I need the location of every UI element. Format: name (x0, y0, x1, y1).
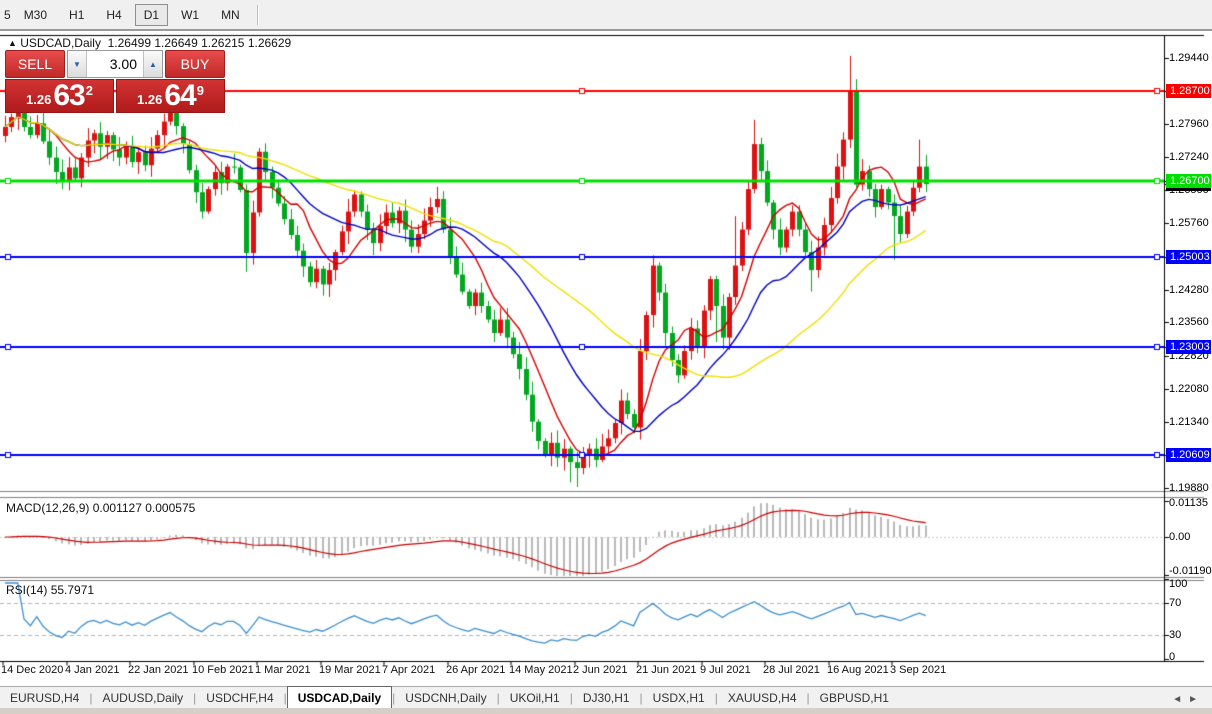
price-axis-tick: 1.27960 (1169, 118, 1211, 131)
buy-price-box[interactable]: 1.26 64 9 (116, 79, 225, 113)
date-axis-label: 10 Feb 2021 (192, 664, 254, 676)
timeframe-button-mn[interactable]: MN (212, 4, 249, 26)
buy-button[interactable]: BUY (165, 50, 225, 78)
sell-price-sup: 2 (86, 83, 93, 98)
toolbar-separator (257, 5, 259, 25)
date-axis-label: 7 Apr 2021 (382, 664, 435, 676)
ohlc-low: 1.26215 (201, 36, 244, 50)
date-axis-label: 2 Jun 2021 (573, 664, 627, 676)
date-axis-label: 14 May 2021 (509, 664, 573, 676)
sell-price-prefix: 1.26 (26, 90, 51, 110)
timeframe-button-m30[interactable]: M30 (15, 4, 56, 26)
price-axis-tick: 1.25760 (1169, 217, 1211, 230)
volume-decrease-icon[interactable]: ▼ (68, 51, 87, 77)
symbol-tab-usdchf[interactable]: USDCHF,H4 (196, 688, 283, 709)
price-axis-tick: 1.22080 (1169, 383, 1211, 396)
date-axis-label: 3 Sep 2021 (890, 664, 946, 676)
price-level-tag: 1.25003 (1166, 250, 1211, 264)
macd-axis-label: -0.011904 (1169, 565, 1212, 578)
rsi-axis-label: 0 (1169, 651, 1175, 664)
timeframe-toolbar: 5 M30H1H4D1W1MN (0, 0, 1212, 31)
sell-price-box[interactable]: 1.26 63 2 (5, 79, 114, 113)
symbol-tab-bar: EURUSD,H4|AUDUSD,Daily|USDCHF,H4|USDCAD,… (0, 686, 1212, 709)
buy-price-big: 64 (164, 82, 195, 110)
date-axis-label: 4 Jan 2021 (65, 664, 119, 676)
symbol-tab-eurusd[interactable]: EURUSD,H4 (0, 688, 89, 709)
timeframe-button-w1[interactable]: W1 (172, 4, 208, 26)
sell-price-big: 63 (53, 82, 84, 110)
date-axis-label: 16 Aug 2021 (827, 664, 889, 676)
sell-button[interactable]: SELL (5, 50, 65, 78)
macd-indicator-label: MACD(12,26,9) 0.001127 0.000575 (6, 501, 195, 515)
tab-scroll-arrows[interactable]: ◄► (1172, 694, 1212, 709)
chart-symbol-label: USDCAD,Daily (20, 36, 101, 50)
timeframe-button-d1[interactable]: D1 (135, 4, 168, 26)
timeframe-button-partial[interactable]: 5 (2, 5, 13, 25)
symbol-tab-ukoil[interactable]: UKOil,H1 (500, 688, 570, 709)
rsi-indicator-label: RSI(14) 55.7971 (6, 583, 94, 597)
price-axis-tick: 1.24280 (1169, 284, 1211, 297)
rsi-value: 55.7971 (51, 583, 94, 597)
rsi-axis-label: 100 (1169, 578, 1187, 591)
price-axis-tick: 1.21340 (1169, 416, 1211, 429)
price-axis-tick: 1.19880 (1169, 482, 1211, 495)
price-axis-tick: 1.29440 (1169, 52, 1211, 65)
symbol-tab-gbpusd[interactable]: GBPUSD,H1 (810, 688, 899, 709)
price-axis-tick: 1.27240 (1169, 151, 1211, 164)
symbol-tab-xauusd[interactable]: XAUUSD,H4 (718, 688, 807, 709)
status-strip (0, 708, 1212, 714)
symbol-tab-dj30[interactable]: DJ30,H1 (573, 688, 640, 709)
price-chart-canvas[interactable] (0, 31, 1212, 714)
price-level-tag: 1.23003 (1166, 340, 1211, 354)
macd-value-main: 0.001127 (93, 501, 142, 515)
tab-scroll-right-icon: ► (1188, 694, 1204, 705)
volume-increase-icon[interactable]: ▲ (143, 51, 162, 77)
chart-header: ▲ USDCAD,Daily 1.26499 1.26649 1.26215 1… (8, 36, 291, 50)
date-axis-label: 22 Jan 2021 (128, 664, 189, 676)
date-axis-label: 21 Jun 2021 (636, 664, 697, 676)
price-axis-tick: 1.23560 (1169, 316, 1211, 329)
rsi-axis-label: 70 (1169, 597, 1181, 610)
macd-axis-label: 0.01135 (1169, 497, 1208, 510)
macd-axis-label: 0.00 (1169, 531, 1190, 544)
macd-value-signal: 0.000575 (145, 501, 195, 515)
ohlc-close: 1.26629 (248, 36, 291, 50)
date-axis-label: 26 Apr 2021 (446, 664, 505, 676)
date-axis-label: 19 Mar 2021 (319, 664, 381, 676)
chart-window: ▲ USDCAD,Daily 1.26499 1.26649 1.26215 1… (0, 31, 1212, 714)
ohlc-open: 1.26499 (108, 36, 151, 50)
symbol-tab-usdx[interactable]: USDX,H1 (643, 688, 715, 709)
rsi-axis-label: 30 (1169, 629, 1181, 642)
tab-scroll-left-icon: ◄ (1172, 694, 1188, 705)
buy-price-prefix: 1.26 (137, 90, 162, 110)
buy-price-sup: 9 (197, 83, 204, 98)
one-click-trade-widget: SELL ▼ ▲ BUY 1.26 63 2 1.26 64 9 (5, 50, 225, 113)
symbol-tab-usdcad[interactable]: USDCAD,Daily (287, 686, 392, 710)
price-level-tag: 1.26700 (1166, 174, 1211, 188)
date-axis-label: 1 Mar 2021 (255, 664, 311, 676)
ohlc-high: 1.26649 (154, 36, 197, 50)
date-axis-label: 14 Dec 2020 (1, 664, 63, 676)
volume-stepper: ▼ ▲ (67, 50, 163, 78)
volume-input[interactable] (87, 51, 143, 77)
timeframe-button-h1[interactable]: H1 (60, 4, 93, 26)
price-level-tag: 1.28700 (1166, 84, 1211, 98)
symbol-tab-audusd[interactable]: AUDUSD,Daily (92, 688, 193, 709)
date-axis-label: 28 Jul 2021 (763, 664, 820, 676)
date-axis-label: 9 Jul 2021 (700, 664, 751, 676)
price-level-tag: 1.20609 (1166, 448, 1211, 462)
timeframe-button-h4[interactable]: H4 (97, 4, 130, 26)
collapse-triangle-icon[interactable]: ▲ (8, 38, 17, 48)
symbol-tab-usdcnh[interactable]: USDCNH,Daily (395, 688, 496, 709)
